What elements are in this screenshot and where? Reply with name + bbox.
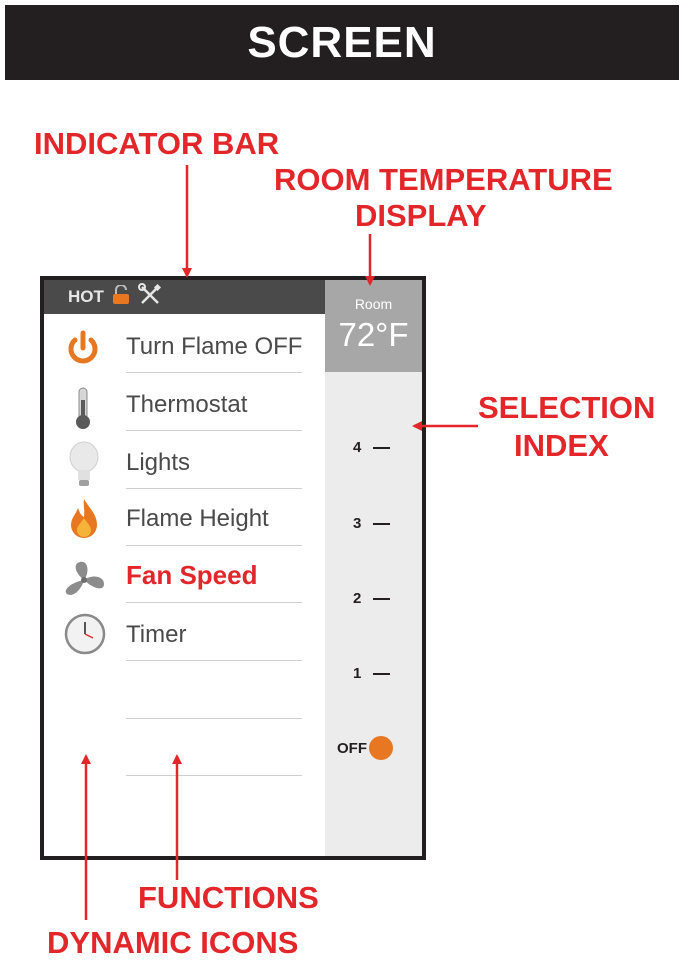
menu-divider (126, 660, 302, 661)
clock-icon[interactable] (64, 613, 106, 660)
selection-panel: Room 72°F 4 3 2 1 OFF (325, 280, 422, 856)
level-label: 2 (353, 590, 362, 607)
callout-selection-index: INDEX (514, 428, 609, 463)
power-icon[interactable] (66, 330, 100, 371)
level-tick (373, 597, 391, 600)
menu-item-fan-speed[interactable]: Fan Speed (126, 560, 301, 591)
thermometer-icon[interactable] (73, 386, 93, 435)
screen-title: SCREEN (5, 5, 679, 80)
screen-display: HOT Turn Flame OFF Thermostat Lights Fla… (44, 280, 422, 856)
selection-indicator-dot (369, 736, 393, 760)
selection-level-1[interactable]: 1 (353, 665, 391, 682)
unlock-icon (112, 283, 130, 310)
menu-divider (126, 602, 302, 603)
menu-divider (126, 430, 302, 431)
menu-divider (126, 488, 302, 489)
level-tick (373, 446, 391, 449)
device-screen: HOT Turn Flame OFF Thermostat Lights Fla… (40, 276, 426, 860)
level-label: 4 (353, 439, 362, 456)
level-label: 3 (353, 515, 362, 532)
room-label: Room (354, 296, 393, 312)
menu-item-lights[interactable]: Lights (126, 449, 301, 477)
flame-icon[interactable] (69, 498, 99, 545)
callout-functions: FUNCTIONS (138, 880, 319, 915)
selection-off[interactable]: OFF (337, 736, 393, 760)
room-temperature-display: Room 72°F (325, 280, 422, 372)
menu-divider (126, 718, 302, 719)
callout-room-temperature-display: DISPLAY (355, 198, 487, 233)
menu-divider (126, 775, 302, 776)
menu-item-thermostat[interactable]: Thermostat (126, 391, 301, 419)
level-tick (373, 522, 391, 525)
menu-item-flame-height[interactable]: Flame Height (126, 505, 301, 533)
room-temperature: 72°F (338, 316, 409, 353)
callout-room-temperature: ROOM TEMPERATURE (274, 162, 613, 197)
menu-item-timer[interactable]: Timer (126, 621, 301, 649)
callout-selection: SELECTION (478, 390, 656, 425)
selection-level-2[interactable]: 2 (353, 590, 391, 607)
menu-divider (126, 372, 302, 373)
off-label: OFF (337, 739, 367, 757)
level-tick (373, 672, 391, 675)
menu-item-turn-flame-off[interactable]: Turn Flame OFF (126, 333, 302, 361)
lightbulb-icon[interactable] (68, 440, 100, 493)
level-label: 1 (353, 665, 362, 682)
hot-indicator: HOT (68, 287, 104, 306)
selection-level-3[interactable]: 3 (353, 515, 391, 532)
menu-divider (126, 545, 302, 546)
selection-level-4[interactable]: 4 (353, 439, 391, 456)
fan-icon[interactable] (62, 560, 106, 605)
wrench-screwdriver-icon (137, 282, 162, 312)
callout-indicator-bar: INDICATOR BAR (34, 126, 280, 161)
indicator-bar: HOT (44, 280, 325, 314)
